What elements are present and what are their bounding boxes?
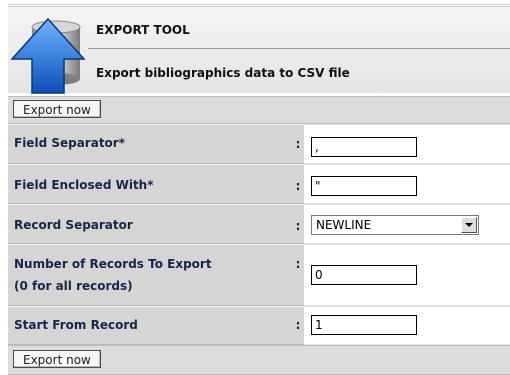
record-separator-label: Record Separator xyxy=(14,218,133,232)
field-enclosed-label: Field Enclosed With* xyxy=(14,178,154,192)
tool-header: EXPORT TOOL Export bibliographics data t… xyxy=(8,6,510,94)
record-separator-selected: NEWLINE xyxy=(316,218,372,232)
record-separator-select[interactable]: NEWLINE xyxy=(311,215,479,235)
colon: : xyxy=(295,318,301,332)
chevron-down-icon[interactable] xyxy=(461,217,477,233)
colon: : xyxy=(295,179,301,193)
header-title: EXPORT TOOL xyxy=(96,23,190,37)
row-number-of-records: Number of Records To Export (0 for all r… xyxy=(8,244,510,306)
start-from-record-label: Start From Record xyxy=(14,318,138,332)
colon: : xyxy=(295,257,301,271)
bottom-button-bar: Export now xyxy=(8,345,510,375)
field-enclosed-input[interactable]: " xyxy=(311,176,417,196)
row-start-from-record: Start From Record : 1 xyxy=(8,306,510,345)
number-of-records-input[interactable]: 0 xyxy=(311,265,417,285)
start-from-record-input[interactable]: 1 xyxy=(311,315,417,335)
header-subtitle: Export bibliographics data to CSV file xyxy=(96,66,350,80)
colon: : xyxy=(295,137,301,151)
field-separator-label: Field Separator* xyxy=(14,136,125,150)
export-now-button-top[interactable]: Export now xyxy=(13,100,101,118)
number-of-records-hint: (0 for all records) xyxy=(14,279,133,293)
row-record-separator: Record Separator : NEWLINE xyxy=(8,204,510,244)
header-divider xyxy=(88,48,510,49)
colon: : xyxy=(295,219,301,233)
number-of-records-label: Number of Records To Export xyxy=(14,257,212,271)
export-now-button-bottom[interactable]: Export now xyxy=(13,350,101,368)
top-rule xyxy=(8,4,510,5)
top-button-bar: Export now xyxy=(8,96,510,124)
row-field-enclosed: Field Enclosed With* : " xyxy=(8,164,510,204)
export-upload-arrow-icon xyxy=(10,17,86,94)
field-separator-input[interactable]: , xyxy=(311,137,417,157)
row-field-separator: Field Separator* : , xyxy=(8,124,510,164)
